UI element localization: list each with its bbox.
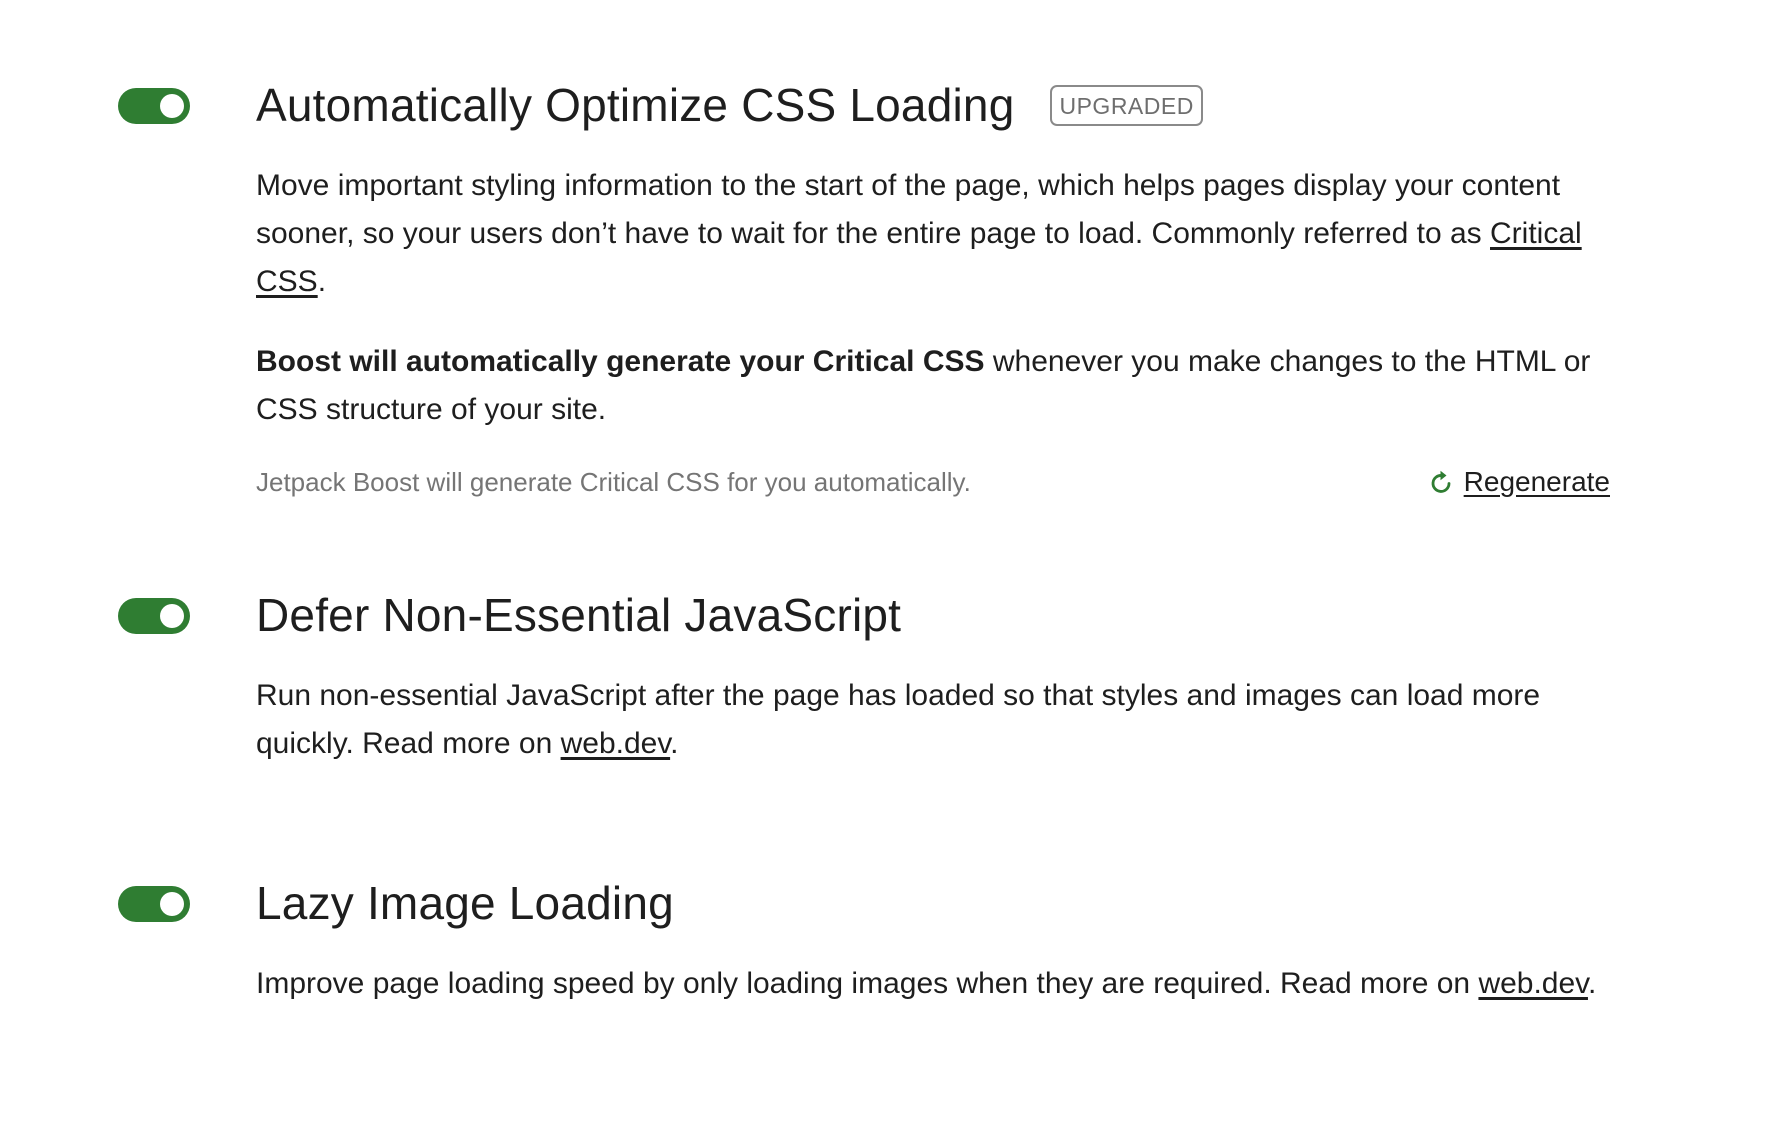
refresh-icon: [1431, 470, 1451, 493]
toggle-knob: [160, 604, 184, 628]
description-text: Improve page loading speed by only loadi…: [256, 967, 1479, 1000]
web-dev-link[interactable]: web.dev: [1478, 967, 1588, 1000]
regenerate-label: Regenerate: [1463, 466, 1610, 497]
description-text: Move important styling information to th…: [256, 169, 1561, 250]
critical-css-status: Jetpack Boost will generate Critical CSS…: [256, 466, 971, 497]
regenerate-button[interactable]: Regenerate: [1430, 466, 1610, 498]
module-title: Automatically Optimize CSS Loading: [256, 79, 1015, 131]
description-punct: .: [1587, 967, 1597, 1000]
upgraded-badge: UPGRADED: [1050, 84, 1203, 126]
defer-js-toggle[interactable]: [118, 598, 190, 634]
toggle-knob: [160, 94, 184, 118]
module-description: Run non-essential JavaScript after the p…: [256, 672, 1616, 768]
description-text: Run non-essential JavaScript after the p…: [256, 679, 1541, 760]
module-description: Improve page loading speed by only loadi…: [256, 960, 1616, 1008]
description-punct: .: [670, 727, 679, 760]
module-content: Lazy Image Loading Improve page loading …: [256, 872, 1616, 1008]
module-header: Automatically Optimize CSS Loading UPGRA…: [256, 74, 1616, 136]
critical-css-toggle[interactable]: [118, 88, 190, 124]
web-dev-link[interactable]: web.dev: [561, 727, 671, 760]
toggle-knob: [160, 892, 184, 916]
lazy-images-toggle[interactable]: [118, 886, 190, 922]
critical-css-status-row: Jetpack Boost will generate Critical CSS…: [256, 462, 1616, 502]
module-description-secondary: Boost will automatically generate your C…: [256, 338, 1616, 434]
module-title: Defer Non-Essential JavaScript: [256, 589, 902, 641]
module-content: Automatically Optimize CSS Loading UPGRA…: [256, 74, 1616, 502]
description-bold: Boost will automatically generate your C…: [256, 345, 985, 378]
module-title: Lazy Image Loading: [256, 877, 674, 929]
module-header: Defer Non-Essential JavaScript: [256, 584, 1616, 646]
description-punct: .: [317, 265, 327, 298]
module-description: Move important styling information to th…: [256, 162, 1616, 306]
module-content: Defer Non-Essential JavaScript Run non-e…: [256, 584, 1616, 768]
module-header: Lazy Image Loading: [256, 872, 1616, 934]
